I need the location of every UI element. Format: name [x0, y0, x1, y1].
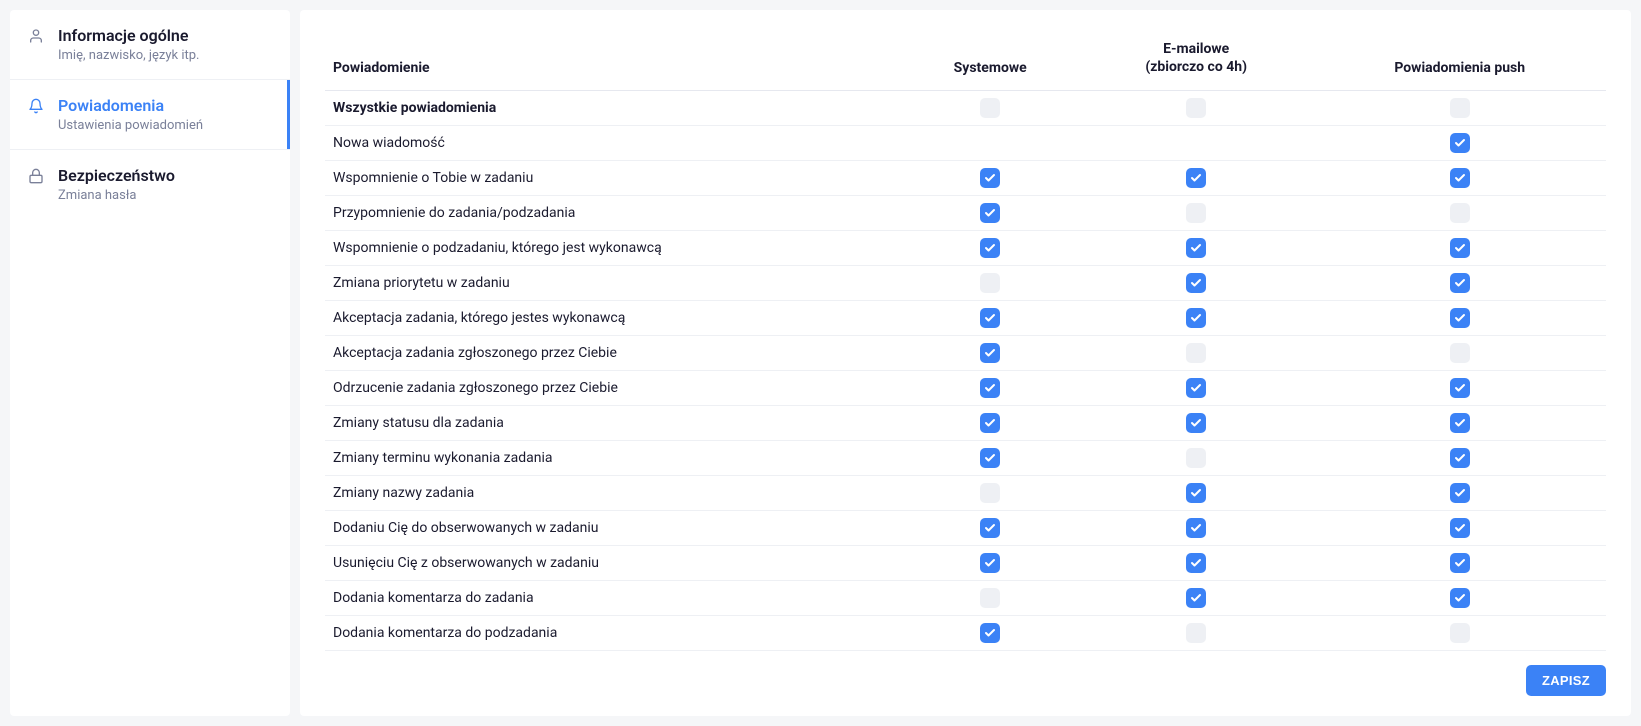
row-label: Zmiany terminu wykonania zadania [325, 441, 901, 476]
row-label: Zmiany statusu dla zadania [325, 406, 901, 441]
row-label: Wszystkie powiadomienia [325, 91, 901, 126]
checkbox-push-row13[interactable] [1450, 553, 1470, 573]
checkbox-push-row6[interactable] [1450, 308, 1470, 328]
checkbox-email-row5[interactable] [1186, 273, 1206, 293]
checkbox-push-row2[interactable] [1450, 168, 1470, 188]
checkbox-email-row15[interactable] [1186, 623, 1206, 643]
row-label: Zmiana priorytetu w zadaniu [325, 266, 901, 301]
table-row: Zmiany nazwy zadania [325, 476, 1606, 511]
col-header-label: Powiadomienie [325, 30, 901, 91]
checkbox-email-row9[interactable] [1186, 413, 1206, 433]
main-panel: Powiadomienie Systemowe E-mailowe (zbior… [300, 10, 1631, 716]
checkbox-push-row10[interactable] [1450, 448, 1470, 468]
checkbox-email-row12[interactable] [1186, 518, 1206, 538]
row-label: Przypomnienie do zadania/podzadania [325, 196, 901, 231]
table-row: Wspomnienie o podzadaniu, którego jest w… [325, 231, 1606, 266]
notifications-table: Powiadomienie Systemowe E-mailowe (zbior… [325, 30, 1606, 651]
checkbox-email-row14[interactable] [1186, 588, 1206, 608]
checkbox-push-row4[interactable] [1450, 238, 1470, 258]
table-row: Akceptacja zadania zgłoszonego przez Cie… [325, 336, 1606, 371]
checkbox-email-row7[interactable] [1186, 343, 1206, 363]
checkbox-system-row0[interactable] [980, 98, 1000, 118]
checkbox-system-row8[interactable] [980, 378, 1000, 398]
checkbox-system-row6[interactable] [980, 308, 1000, 328]
checkbox-system-row5[interactable] [980, 273, 1000, 293]
table-row: Wspomnienie o Tobie w zadaniu [325, 161, 1606, 196]
save-button[interactable]: ZAPISZ [1526, 665, 1606, 696]
col-header-email: E-mailowe (zbiorczo co 4h) [1079, 30, 1314, 91]
checkbox-email-row3[interactable] [1186, 203, 1206, 223]
sidebar-item-title: Bezpieczeństwo [58, 166, 272, 185]
row-label: Usunięciu Cię z obserwowanych w zadaniu [325, 546, 901, 581]
checkbox-push-row3[interactable] [1450, 203, 1470, 223]
checkbox-system-row14[interactable] [980, 588, 1000, 608]
sidebar: Informacje ogólne Imię, nazwisko, język i… [10, 10, 290, 716]
table-row: Zmiana priorytetu w zadaniu [325, 266, 1606, 301]
checkbox-email-row6[interactable] [1186, 308, 1206, 328]
checkbox-push-row14[interactable] [1450, 588, 1470, 608]
checkbox-system-row2[interactable] [980, 168, 1000, 188]
sidebar-item-1[interactable]: Powiadomenia Ustawienia powiadomień [10, 80, 290, 150]
checkbox-system-row11[interactable] [980, 483, 1000, 503]
col-header-push: Powiadomienia push [1313, 30, 1606, 91]
checkbox-email-row4[interactable] [1186, 238, 1206, 258]
table-row: Zmiany terminu wykonania zadania [325, 441, 1606, 476]
bell-icon [28, 98, 44, 114]
checkbox-email-row0[interactable] [1186, 98, 1206, 118]
row-label: Nowa wiadomość [325, 126, 901, 161]
sidebar-item-title: Informacje ogólne [58, 26, 272, 45]
table-row: Dodaniu Cię do obserwowanych w zadaniu [325, 511, 1606, 546]
lock-icon [28, 168, 44, 184]
table-row: Zmiany statusu dla zadania [325, 406, 1606, 441]
checkbox-system-row13[interactable] [980, 553, 1000, 573]
table-row: Nowa wiadomość [325, 126, 1606, 161]
checkbox-system-row9[interactable] [980, 413, 1000, 433]
table-row: Dodania komentarza do zadania [325, 581, 1606, 616]
row-label: Akceptacja zadania zgłoszonego przez Cie… [325, 336, 901, 371]
checkbox-system-row12[interactable] [980, 518, 1000, 538]
table-row: Odrzucenie zadania zgłoszonego przez Cie… [325, 371, 1606, 406]
checkbox-system-row10[interactable] [980, 448, 1000, 468]
table-row: Wszystkie powiadomienia [325, 91, 1606, 126]
row-label: Akceptacja zadania, którego jestes wykon… [325, 301, 901, 336]
checkbox-push-row0[interactable] [1450, 98, 1470, 118]
row-label: Wspomnienie o podzadaniu, którego jest w… [325, 231, 901, 266]
row-label: Zmiany nazwy zadania [325, 476, 901, 511]
checkbox-push-row15[interactable] [1450, 623, 1470, 643]
checkbox-email-row8[interactable] [1186, 378, 1206, 398]
checkbox-push-row7[interactable] [1450, 343, 1470, 363]
checkbox-push-row12[interactable] [1450, 518, 1470, 538]
checkbox-push-row11[interactable] [1450, 483, 1470, 503]
col-header-system: Systemowe [901, 30, 1078, 91]
checkbox-push-row9[interactable] [1450, 413, 1470, 433]
checkbox-email-row10[interactable] [1186, 448, 1206, 468]
table-row: Przypomnienie do zadania/podzadania [325, 196, 1606, 231]
checkbox-system-row7[interactable] [980, 343, 1000, 363]
sidebar-item-0[interactable]: Informacje ogólne Imię, nazwisko, język i… [10, 10, 290, 80]
checkbox-system-row15[interactable] [980, 623, 1000, 643]
checkbox-push-row8[interactable] [1450, 378, 1470, 398]
row-label: Wspomnienie o Tobie w zadaniu [325, 161, 901, 196]
table-row: Akceptacja zadania, którego jestes wykon… [325, 301, 1606, 336]
sidebar-item-title: Powiadomenia [58, 96, 272, 115]
table-row: Dodania komentarza do podzadania [325, 616, 1606, 651]
checkbox-system-row4[interactable] [980, 238, 1000, 258]
user-icon [28, 28, 44, 44]
row-label: Dodania komentarza do podzadania [325, 616, 901, 651]
checkbox-push-row5[interactable] [1450, 273, 1470, 293]
checkbox-email-row13[interactable] [1186, 553, 1206, 573]
sidebar-item-2[interactable]: Bezpieczeństwo Zmiana hasła [10, 150, 290, 219]
row-label: Odrzucenie zadania zgłoszonego przez Cie… [325, 371, 901, 406]
sidebar-item-sub: Zmiana hasła [58, 188, 272, 203]
checkbox-push-row1[interactable] [1450, 133, 1470, 153]
row-label: Dodania komentarza do zadania [325, 581, 901, 616]
checkbox-email-row11[interactable] [1186, 483, 1206, 503]
checkbox-email-row2[interactable] [1186, 168, 1206, 188]
sidebar-item-sub: Imię, nazwisko, język itp. [58, 48, 272, 63]
sidebar-item-sub: Ustawienia powiadomień [58, 118, 272, 133]
checkbox-system-row3[interactable] [980, 203, 1000, 223]
row-label: Dodaniu Cię do obserwowanych w zadaniu [325, 511, 901, 546]
table-row: Usunięciu Cię z obserwowanych w zadaniu [325, 546, 1606, 581]
